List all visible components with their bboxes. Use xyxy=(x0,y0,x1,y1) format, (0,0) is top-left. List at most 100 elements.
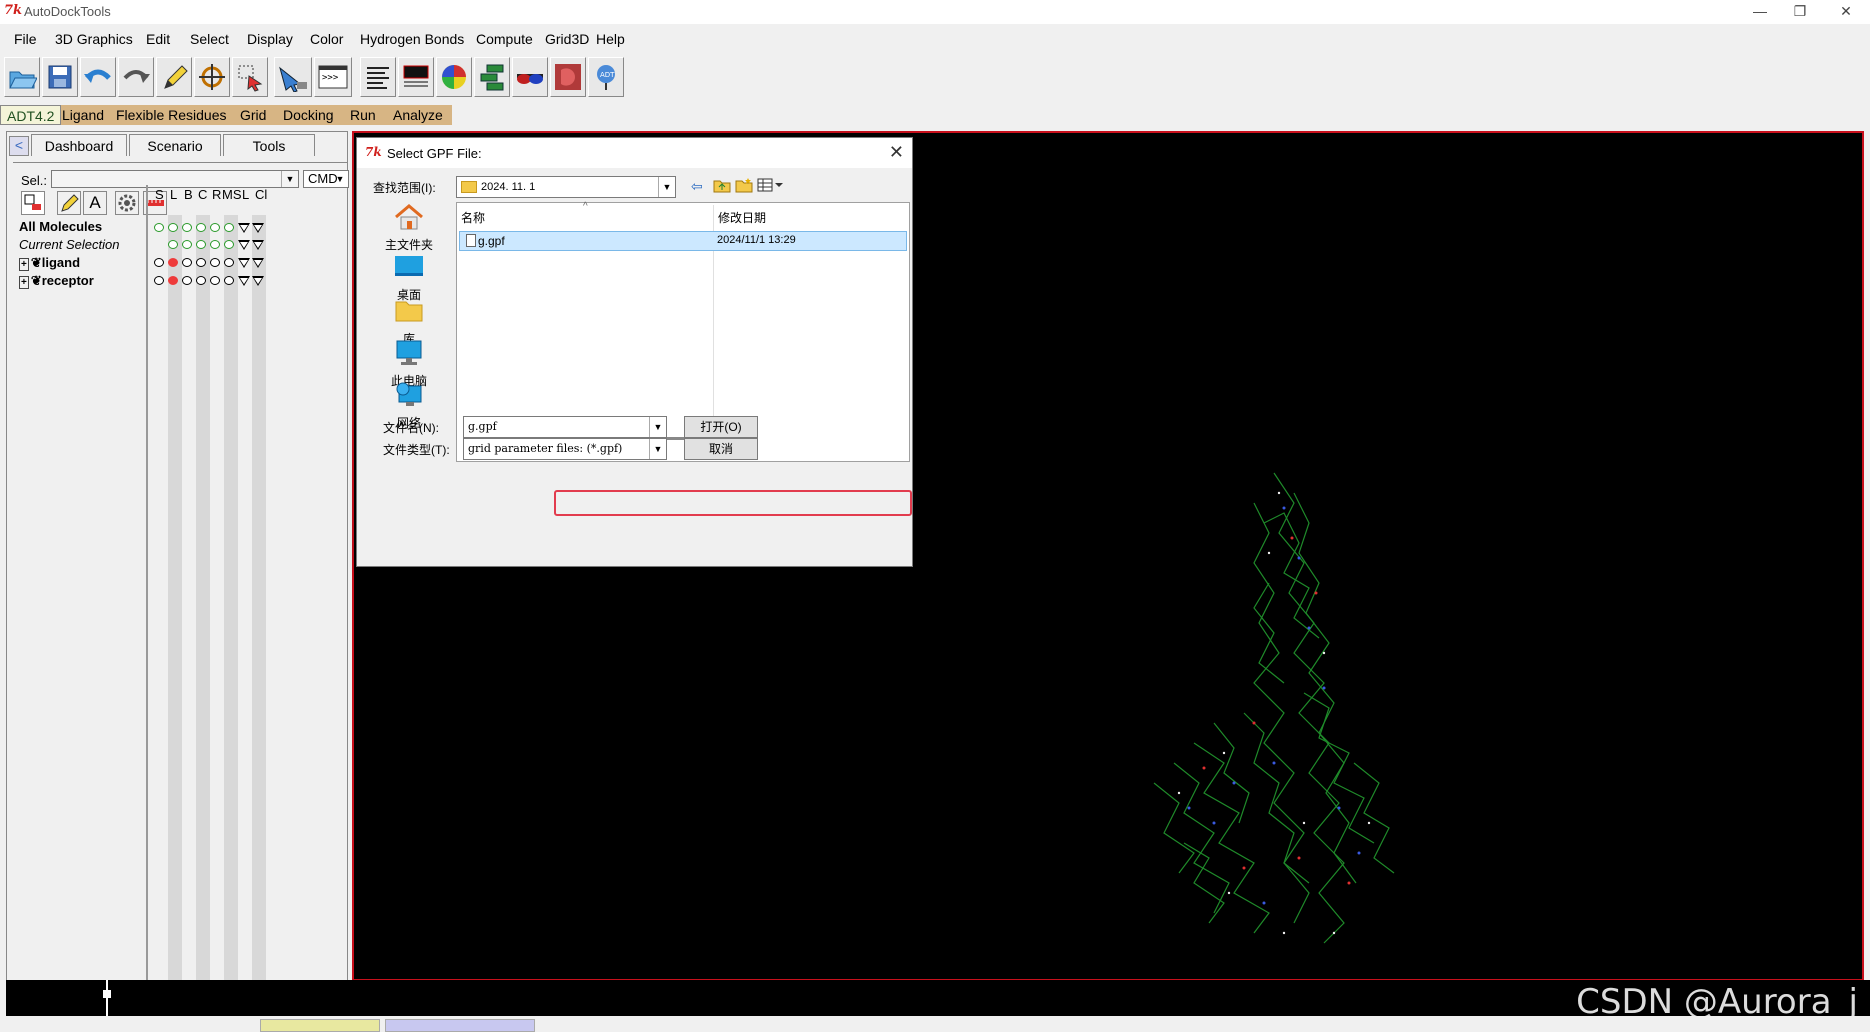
view-menu-icon[interactable] xyxy=(757,177,785,196)
menu-hydrogen-bonds[interactable]: Hydrogen Bonds xyxy=(360,31,464,47)
redo-icon[interactable] xyxy=(118,57,154,97)
pencil-icon[interactable] xyxy=(156,57,192,97)
cancel-button[interactable]: 取消 xyxy=(684,438,758,460)
open-folder-icon[interactable] xyxy=(4,57,40,97)
module-flexible-residues[interactable]: Flexible Residues xyxy=(116,107,227,123)
ballstick-toggle[interactable] xyxy=(182,276,192,285)
module-run[interactable]: Run xyxy=(350,107,376,123)
stereo-glasses-icon[interactable] xyxy=(512,57,548,97)
pencil-tool-icon[interactable] xyxy=(57,191,81,215)
filetype-select[interactable]: grid parameter files: (*.gpf) ▼ xyxy=(463,438,667,460)
show-toggle[interactable] xyxy=(154,258,164,267)
select-tool-icon[interactable] xyxy=(21,191,45,215)
lookin-combo[interactable]: 2024. 11. 1 ▼ xyxy=(456,176,676,198)
menu-help[interactable]: Help xyxy=(596,31,625,47)
color-menu-icon[interactable] xyxy=(252,258,264,268)
cpk-toggle[interactable] xyxy=(196,258,206,267)
menu-grid3d[interactable]: Grid3D xyxy=(545,31,589,47)
msms-toggle[interactable] xyxy=(224,240,234,249)
label-menu-icon[interactable] xyxy=(238,223,250,233)
msms-toggle[interactable] xyxy=(224,258,234,267)
minimize-button[interactable]: — xyxy=(1740,0,1780,24)
label-menu-icon[interactable] xyxy=(238,240,250,250)
undo-icon[interactable] xyxy=(80,57,116,97)
gear-icon[interactable] xyxy=(115,191,139,215)
text-editor-icon[interactable] xyxy=(360,57,396,97)
lines-toggle[interactable] xyxy=(168,258,178,267)
menu-color[interactable]: Color xyxy=(310,31,343,47)
column-header-name[interactable]: 名称 xyxy=(461,209,485,226)
module-analyze[interactable]: Analyze xyxy=(393,107,443,123)
filename-input[interactable]: g.gpf ▼ xyxy=(463,416,667,438)
python-shell-icon[interactable]: >>> xyxy=(314,57,352,97)
restore-button[interactable]: ❐ xyxy=(1780,0,1820,24)
show-toggle[interactable] xyxy=(154,276,164,285)
menu-file[interactable]: File xyxy=(14,31,37,47)
label-tool-icon[interactable]: A xyxy=(83,191,107,215)
column-header-date[interactable]: 修改日期 xyxy=(718,209,766,226)
menu-compute[interactable]: Compute xyxy=(476,31,533,47)
menu-select[interactable]: Select xyxy=(190,31,229,47)
open-button[interactable]: 打开(O) xyxy=(684,416,758,438)
place-home[interactable]: 主文件夹 xyxy=(371,203,447,253)
tab-scenario[interactable]: Scenario xyxy=(129,134,221,156)
ballstick-toggle[interactable] xyxy=(182,223,192,232)
close-button[interactable]: ✕ xyxy=(1826,0,1866,24)
msms-toggle[interactable] xyxy=(224,276,234,285)
cmd-combo[interactable]: CMD ▼ xyxy=(303,170,349,188)
module-adt42[interactable]: ADT4.2 xyxy=(0,105,62,125)
all-molecules[interactable]: All Molecules xyxy=(19,219,102,234)
menu-display[interactable]: Display xyxy=(247,31,293,47)
color-sphere-icon[interactable] xyxy=(436,57,472,97)
cpk-toggle[interactable] xyxy=(196,276,206,285)
color-menu-icon[interactable] xyxy=(252,223,264,233)
label-menu-icon[interactable] xyxy=(238,258,250,268)
dejavu-icon[interactable] xyxy=(550,57,586,97)
crosshair-icon[interactable] xyxy=(194,57,230,97)
file-row[interactable]: g.gpf 2024/11/1 13:29 xyxy=(459,231,907,251)
expand-icon[interactable]: + xyxy=(19,258,29,271)
back-icon[interactable]: ⇦ xyxy=(691,178,703,195)
selection-field[interactable]: ▼ xyxy=(51,170,299,188)
adt-logo-icon[interactable]: ADT xyxy=(588,57,624,97)
ribbon-toggle[interactable] xyxy=(210,223,220,232)
sequence-icon[interactable] xyxy=(474,57,510,97)
collapse-icon[interactable]: < xyxy=(9,136,29,156)
cpk-toggle[interactable] xyxy=(196,240,206,249)
tab-dashboard[interactable]: Dashboard xyxy=(31,134,127,156)
select-icon[interactable] xyxy=(232,57,268,97)
menu-edit[interactable]: Edit xyxy=(146,31,170,47)
tree-item-ligand[interactable]: + ❦ligand xyxy=(19,255,80,271)
color-menu-icon[interactable] xyxy=(252,240,264,250)
show-toggle[interactable] xyxy=(154,223,164,232)
ballstick-toggle[interactable] xyxy=(182,258,192,267)
lines-toggle[interactable] xyxy=(168,276,178,285)
module-docking[interactable]: Docking xyxy=(283,107,334,123)
tab-tools[interactable]: Tools xyxy=(223,134,315,156)
pick-icon[interactable] xyxy=(274,57,312,97)
lines-toggle[interactable] xyxy=(168,223,178,232)
dialog-close-button[interactable]: ✕ xyxy=(889,142,904,163)
status-progress xyxy=(260,1019,380,1032)
module-grid[interactable]: Grid xyxy=(240,107,266,123)
ribbon-toggle[interactable] xyxy=(210,240,220,249)
save-icon[interactable] xyxy=(42,57,78,97)
new-folder-icon[interactable] xyxy=(735,177,753,196)
ribbon-toggle[interactable] xyxy=(210,258,220,267)
place-desktop[interactable]: 桌面 xyxy=(371,253,447,303)
msms-toggle[interactable] xyxy=(224,223,234,232)
expand-icon[interactable]: + xyxy=(19,276,29,289)
command-icon[interactable] xyxy=(398,57,434,97)
tree-item-receptor[interactable]: + ❦receptor xyxy=(19,273,94,289)
ballstick-toggle[interactable] xyxy=(182,240,192,249)
lines-toggle[interactable] xyxy=(168,240,178,249)
cpk-toggle[interactable] xyxy=(196,223,206,232)
menu-3d-graphics[interactable]: 3D Graphics xyxy=(55,31,133,47)
module-ligand[interactable]: Ligand xyxy=(62,107,104,123)
label-menu-icon[interactable] xyxy=(238,276,250,286)
color-menu-icon[interactable] xyxy=(252,276,264,286)
slider-handle[interactable] xyxy=(103,990,111,998)
ribbon-toggle[interactable] xyxy=(210,276,220,285)
current-selection[interactable]: Current Selection xyxy=(19,237,119,252)
up-folder-icon[interactable] xyxy=(713,177,731,196)
